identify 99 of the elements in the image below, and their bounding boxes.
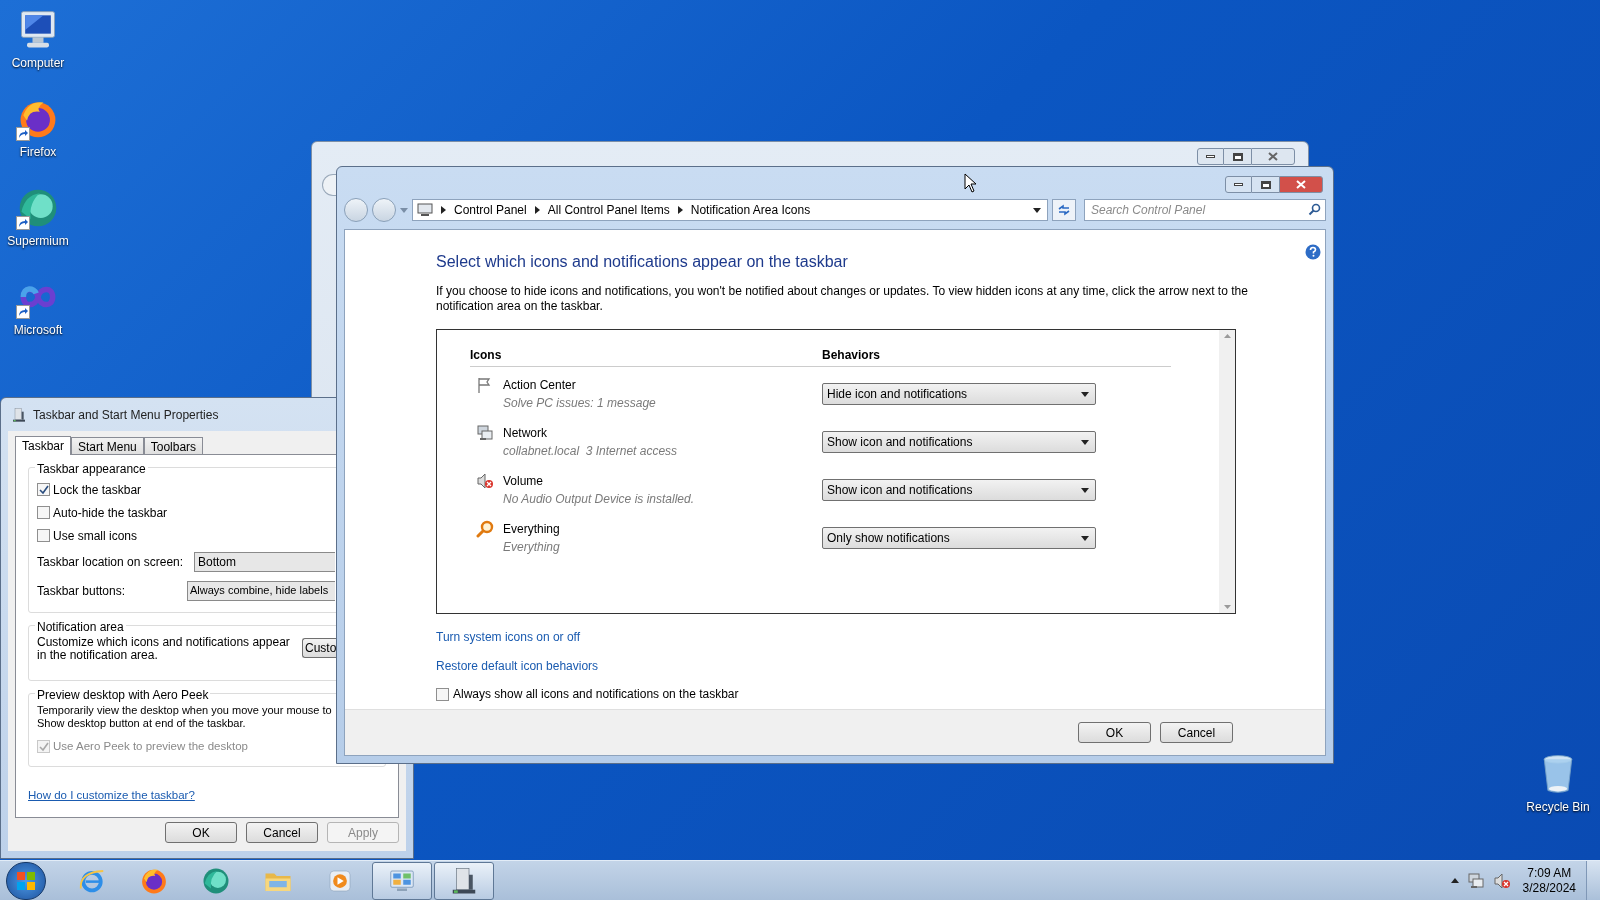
behavior-dropdown[interactable]: Show icon and notifications	[822, 479, 1096, 501]
help-icon[interactable]	[1305, 244, 1321, 260]
location-dropdown[interactable]: Bottom	[194, 551, 335, 572]
icon-detail: Solve PC issues: 1 message	[503, 395, 656, 412]
checkbox[interactable]	[37, 483, 50, 496]
back-button[interactable]	[322, 174, 336, 196]
search-icon	[1308, 203, 1321, 216]
link[interactable]: Restore default icon behaviors	[436, 657, 599, 675]
desktop-icon-label[interactable]: Computer	[11, 54, 65, 72]
checkbox-label: Auto-hide the taskbar	[53, 504, 168, 522]
icon-name: Everything	[503, 521, 560, 538]
close-icon	[1268, 152, 1278, 161]
mouse-pointer-icon	[964, 173, 977, 193]
maximize-button[interactable]	[1224, 148, 1251, 165]
desktop-icon-label[interactable]: Recycle Bin	[1526, 798, 1590, 816]
field-label: Taskbar location on screen:	[37, 553, 185, 571]
field-label: Taskbar buttons:	[37, 582, 127, 600]
taskbar-properties-icon	[11, 406, 27, 423]
group-text: Temporarily view the desktop when you move your mouse to	[37, 704, 332, 717]
link[interactable]: Turn system icons on or off	[436, 628, 581, 646]
dropdown-arrow-icon	[1081, 439, 1089, 445]
icon-name: Network	[503, 425, 548, 442]
column-header: Icons	[470, 347, 503, 364]
refresh-icon	[1057, 204, 1071, 216]
magnifier-icon	[476, 520, 494, 538]
network-computer-icon	[476, 424, 494, 442]
show-hidden-icons-arrow-icon[interactable]	[1450, 878, 1459, 883]
behavior-dropdown[interactable]: Only show notifications	[822, 527, 1096, 549]
shortcut-arrow-icon	[16, 216, 30, 230]
breadcrumb[interactable]: Notification Area Icons	[690, 201, 811, 219]
desktop-icon-label[interactable]: Microsoft	[13, 321, 63, 339]
close-button[interactable]	[1251, 148, 1295, 165]
customize-button[interactable]: Custo	[302, 638, 338, 658]
checkbox[interactable]	[37, 506, 50, 519]
network-computer-icon	[1466, 871, 1485, 890]
clock[interactable]: 7:09 AM 3/28/2024	[1522, 865, 1576, 896]
group-text: Show desktop button at end of the taskbar.	[37, 717, 246, 730]
desktop-icon-label[interactable]: Supermium	[7, 232, 69, 250]
refresh-button[interactable]	[1052, 199, 1076, 221]
close-button[interactable]	[1279, 176, 1323, 193]
icon-detail: No Audio Output Device is installed.	[503, 491, 694, 508]
minimize-button[interactable]	[1197, 148, 1224, 165]
taskbar-button[interactable]	[372, 861, 432, 900]
checkbox-label: Use Aero Peek to preview the desktop	[53, 739, 248, 754]
windows-logo-icon	[15, 869, 37, 892]
checkbox-label: Lock the taskbar	[53, 481, 142, 499]
shortcut-arrow-icon	[16, 305, 30, 319]
dialog-button[interactable]: Cancel	[246, 822, 318, 843]
breadcrumb-arrow-icon[interactable]	[441, 206, 446, 214]
breadcrumb-arrow-icon[interactable]	[677, 206, 683, 214]
checkbox-label: Always show all icons and notifications on the taskbar	[453, 686, 739, 703]
help-link[interactable]: How do I customize the taskbar?	[28, 787, 386, 805]
tab[interactable]: Taskbar	[15, 436, 72, 455]
scroll-down-arrow-icon[interactable]	[1223, 605, 1231, 609]
checkbox-label: Use small icons	[53, 527, 138, 545]
description-text: If you choose to hide icons and notifications, you won't be notified about changes or updates. To view hidden icons at any time, click the arrow next to the notification area on the taskbar.	[436, 284, 1249, 314]
dialog-title: Taskbar and Start Menu Properties	[33, 406, 219, 424]
shortcut-arrow-icon	[16, 127, 30, 141]
buttons-dropdown[interactable]: Always combine, hide labels	[187, 580, 335, 601]
scroll-up-arrow-icon[interactable]	[1223, 334, 1231, 338]
dropdown-arrow-icon	[1081, 487, 1089, 493]
tab[interactable]: Start Menu	[71, 437, 144, 454]
address-bar[interactable]: Control Panel All Control Panel Items Notification Area Icons	[412, 199, 1048, 221]
dropdown-arrow-icon	[1033, 207, 1041, 213]
muted-speaker-icon	[476, 472, 494, 490]
show-desktop-button[interactable]	[1586, 860, 1600, 900]
dialog-button[interactable]: OK	[1078, 722, 1151, 743]
page-heading: Select which icons and notifications appear on the taskbar	[436, 252, 848, 272]
icon-name: Action Center	[503, 377, 577, 394]
taskbar-button[interactable]	[434, 861, 494, 900]
checkbox[interactable]	[436, 687, 449, 701]
desktop-icon-label[interactable]: Firefox	[19, 143, 57, 161]
computer-icon	[417, 203, 433, 217]
start-button[interactable]	[6, 861, 46, 900]
icon-detail: collabnet.local 3 Internet access	[503, 443, 678, 460]
history-arrow-icon[interactable]	[400, 207, 408, 213]
icon-name: Volume	[503, 473, 545, 490]
behavior-dropdown[interactable]: Show icon and notifications	[822, 431, 1096, 453]
icon-detail: Everything	[503, 539, 560, 556]
group-text: Customize which icons and notifications appear in the notification area.	[37, 636, 291, 662]
tab[interactable]: Toolbars	[143, 437, 204, 454]
dropdown-arrow-icon	[1081, 535, 1089, 541]
maximize-button[interactable]	[1252, 176, 1279, 193]
dropdown-arrow-icon	[1081, 391, 1089, 397]
behavior-dropdown[interactable]: Hide icon and notifications	[822, 383, 1096, 405]
search-field[interactable]: Search Control Panel	[1084, 199, 1326, 221]
dialog-button[interactable]: Cancel	[1160, 722, 1233, 743]
scrollbar[interactable]	[1219, 330, 1235, 613]
column-header: Behaviors	[822, 347, 881, 364]
muted-speaker-icon	[1492, 871, 1511, 890]
breadcrumb-arrow-icon[interactable]	[534, 206, 540, 214]
dialog-button[interactable]: OK	[165, 822, 237, 843]
forward-button[interactable]	[372, 198, 396, 222]
breadcrumb[interactable]: All Control Panel Items	[547, 201, 670, 219]
minimize-button[interactable]	[1225, 176, 1252, 193]
back-button[interactable]	[344, 198, 368, 222]
checkbox[interactable]	[37, 529, 50, 542]
breadcrumb[interactable]: Control Panel	[454, 201, 527, 219]
close-icon	[1296, 180, 1306, 189]
